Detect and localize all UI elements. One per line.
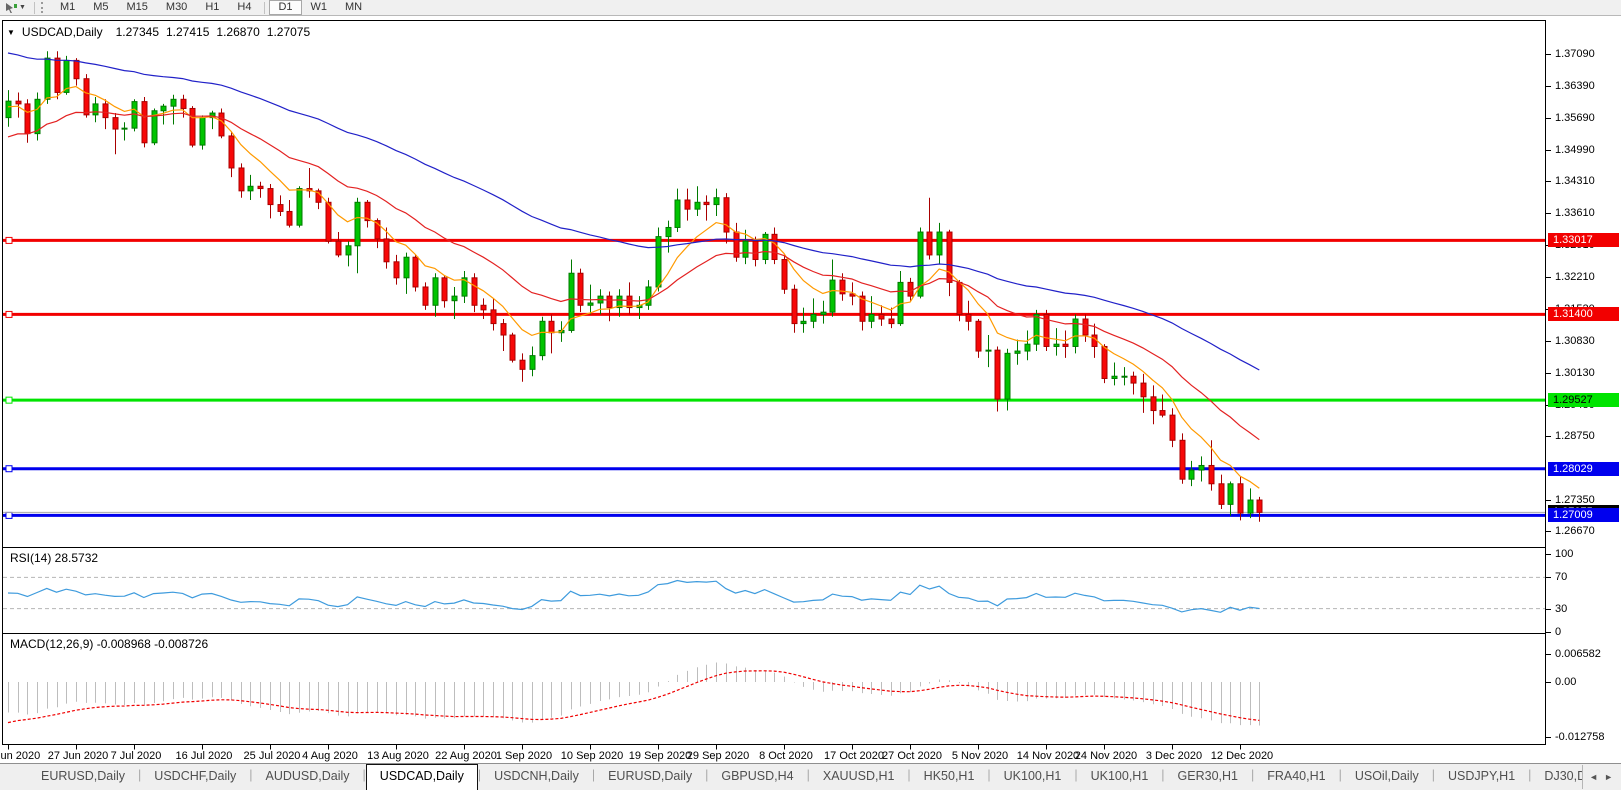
- hline-price-badge: 1.29527: [1548, 393, 1619, 407]
- macd-tick-dash: [1546, 682, 1551, 683]
- price-tick: 1.30130: [1555, 367, 1595, 379]
- dropdown-caret-icon[interactable]: ▼: [19, 4, 26, 11]
- price-chart-canvas[interactable]: [2, 20, 1547, 760]
- rsi-label: RSI(14) 28.5732: [10, 551, 99, 565]
- price-tick-dash: [1546, 373, 1551, 374]
- price-tick-dash: [1546, 181, 1551, 182]
- timeframe-button-h4[interactable]: H4: [228, 0, 260, 15]
- price-tick: 1.34990: [1555, 144, 1595, 156]
- rsi-layer: [3, 576, 1545, 613]
- toolbar-separator: [33, 1, 35, 14]
- price-tick: 1.37090: [1555, 48, 1595, 60]
- tab-scroll-left-icon[interactable]: ◄: [1589, 772, 1598, 782]
- price-tick-dash: [1546, 341, 1551, 342]
- rsi-tick-dash: [1546, 554, 1551, 555]
- macd-label: MACD(12,26,9) -0.008968 -0.008726: [10, 637, 209, 651]
- timeframe-button-d1[interactable]: D1: [269, 0, 302, 15]
- ohlc-close: 1.27075: [266, 25, 311, 39]
- timeframe-toolbar: ▼ M1 M5 M15 M30 H1 H4 D1 W1 MN: [0, 0, 1621, 16]
- hline-price-badge: 1.27009: [1548, 508, 1619, 522]
- chart-tab-hk50-h1[interactable]: HK50,H1: [911, 764, 988, 790]
- macd-tick: 0.006582: [1555, 648, 1601, 660]
- price-tick-dash: [1546, 86, 1551, 87]
- chart-tab-ger30-h1[interactable]: GER30,H1: [1165, 764, 1251, 790]
- price-tick: 1.30830: [1555, 335, 1595, 347]
- timeframe-buttons: M1 M5 M15 M30 H1 H4 D1 W1 MN: [51, 0, 371, 15]
- macd-layer: [7, 662, 1260, 726]
- rsi-tick: 100: [1555, 548, 1574, 560]
- timeframe-button-h1[interactable]: H1: [196, 0, 228, 15]
- price-tick: 1.36390: [1555, 80, 1595, 92]
- chart-tab-uk100-h1[interactable]: UK100,H1: [991, 764, 1075, 790]
- price-tick-dash: [1546, 213, 1551, 214]
- ohlc-high: 1.27415: [166, 25, 210, 39]
- rsi-tick-dash: [1546, 632, 1551, 633]
- chart-tab-eurusd-daily[interactable]: EURUSD,Daily: [595, 764, 705, 790]
- chart-window: ▼ USDCAD,Daily 1.27345 1.27415 1.26870 1…: [0, 20, 1621, 762]
- chart-tab-usdchf-daily[interactable]: USDCHF,Daily: [141, 764, 249, 790]
- macd-tick-dash: [1546, 654, 1551, 655]
- macd-tick: -0.012758: [1555, 731, 1605, 743]
- chart-tab-gbpusd-h4[interactable]: GBPUSD,H4: [708, 764, 806, 790]
- toolbar-separator: [264, 1, 266, 14]
- price-axis: 1.37090 1.36390 1.35690 1.34990 1.34310 1.336…: [1546, 20, 1621, 760]
- hline-price-badge: 1.28029: [1548, 462, 1619, 476]
- ohlc-open: 1.27345: [115, 25, 159, 39]
- collapse-triangle-icon[interactable]: ▼: [7, 28, 15, 37]
- price-tick: 1.28750: [1555, 430, 1595, 442]
- chart-tab-usdjpy-h1[interactable]: USDJPY,H1: [1435, 764, 1528, 790]
- chart-tabs: EURUSD,Daily | USDCHF,Daily | AUDUSD,Daily | U…: [0, 764, 1598, 790]
- timeframe-button-w1[interactable]: W1: [302, 0, 337, 15]
- chart-tab-eurusd-daily[interactable]: EURUSD,Daily: [28, 764, 138, 790]
- price-tick-dash: [1546, 150, 1551, 151]
- chart-tab-uk100-h1[interactable]: UK100,H1: [1078, 764, 1162, 790]
- price-tick: 1.35690: [1555, 112, 1595, 124]
- price-tick: 1.34310: [1555, 175, 1595, 187]
- rsi-tick-dash: [1546, 609, 1551, 610]
- pane-frame: [2, 20, 1546, 750]
- tab-scroll-arrows: ◄ ►: [1582, 765, 1619, 789]
- chart-tab-usdcnh-daily[interactable]: USDCNH,Daily: [481, 764, 592, 790]
- timeframe-button-m30[interactable]: M30: [157, 0, 196, 15]
- chart-tab-bar: EURUSD,Daily | USDCHF,Daily | AUDUSD,Daily | U…: [0, 763, 1621, 790]
- timeframe-button-m5[interactable]: M5: [84, 0, 117, 15]
- chart-tab-audusd-daily[interactable]: AUDUSD,Daily: [253, 764, 363, 790]
- price-tick-dash: [1546, 436, 1551, 437]
- hline-price-badge: 1.31400: [1548, 307, 1619, 321]
- price-tick: 1.26670: [1555, 525, 1595, 537]
- date-label: 12 Dec 2020: [1210, 750, 1274, 762]
- rsi-tick: 70: [1555, 571, 1568, 583]
- price-tick-dash: [1546, 54, 1551, 55]
- timeframe-button-mn[interactable]: MN: [336, 0, 371, 15]
- tab-scroll-right-icon[interactable]: ►: [1604, 772, 1613, 782]
- price-tick: 1.33610: [1555, 207, 1595, 219]
- macd-tick-dash: [1546, 737, 1551, 738]
- rsi-tick: 0: [1555, 626, 1562, 638]
- timeframe-button-m1[interactable]: M1: [51, 0, 84, 15]
- price-tick-dash: [1546, 500, 1551, 501]
- hlines-layer[interactable]: [3, 236, 1545, 519]
- rsi-tick-dash: [1546, 577, 1551, 578]
- cursor-tool-icon[interactable]: [4, 2, 18, 14]
- price-tick-dash: [1546, 277, 1551, 278]
- timeframe-button-m15[interactable]: M15: [118, 0, 157, 15]
- chart-tab-usoil-daily[interactable]: USOil,Daily: [1342, 764, 1432, 790]
- moving-averages-layer: [7, 52, 1260, 489]
- price-tick-dash: [1546, 531, 1551, 532]
- price-tick: 1.32210: [1555, 271, 1595, 283]
- chart-tab-usdcad-daily[interactable]: USDCAD,Daily: [365, 764, 478, 790]
- candles-layer: [5, 51, 1263, 522]
- toolbar-grip: [40, 2, 46, 13]
- chart-symbol: USDCAD,Daily: [21, 25, 103, 39]
- chart-tab-fra40-h1[interactable]: FRA40,H1: [1254, 764, 1338, 790]
- rsi-tick: 30: [1555, 603, 1568, 615]
- ohlc-low: 1.26870: [216, 25, 260, 39]
- chart-tab-xauusd-h1[interactable]: XAUUSD,H1: [810, 764, 908, 790]
- macd-tick: 0.00: [1555, 676, 1577, 688]
- time-axis: 18 Jun 202027 Jun 20207 Jul 202016 Jul 2…: [0, 747, 1545, 762]
- chart-title: ▼ USDCAD,Daily 1.27345 1.27415 1.26870 1…: [7, 25, 310, 39]
- price-tick-dash: [1546, 118, 1551, 119]
- hline-price-badge: 1.33017: [1548, 233, 1619, 247]
